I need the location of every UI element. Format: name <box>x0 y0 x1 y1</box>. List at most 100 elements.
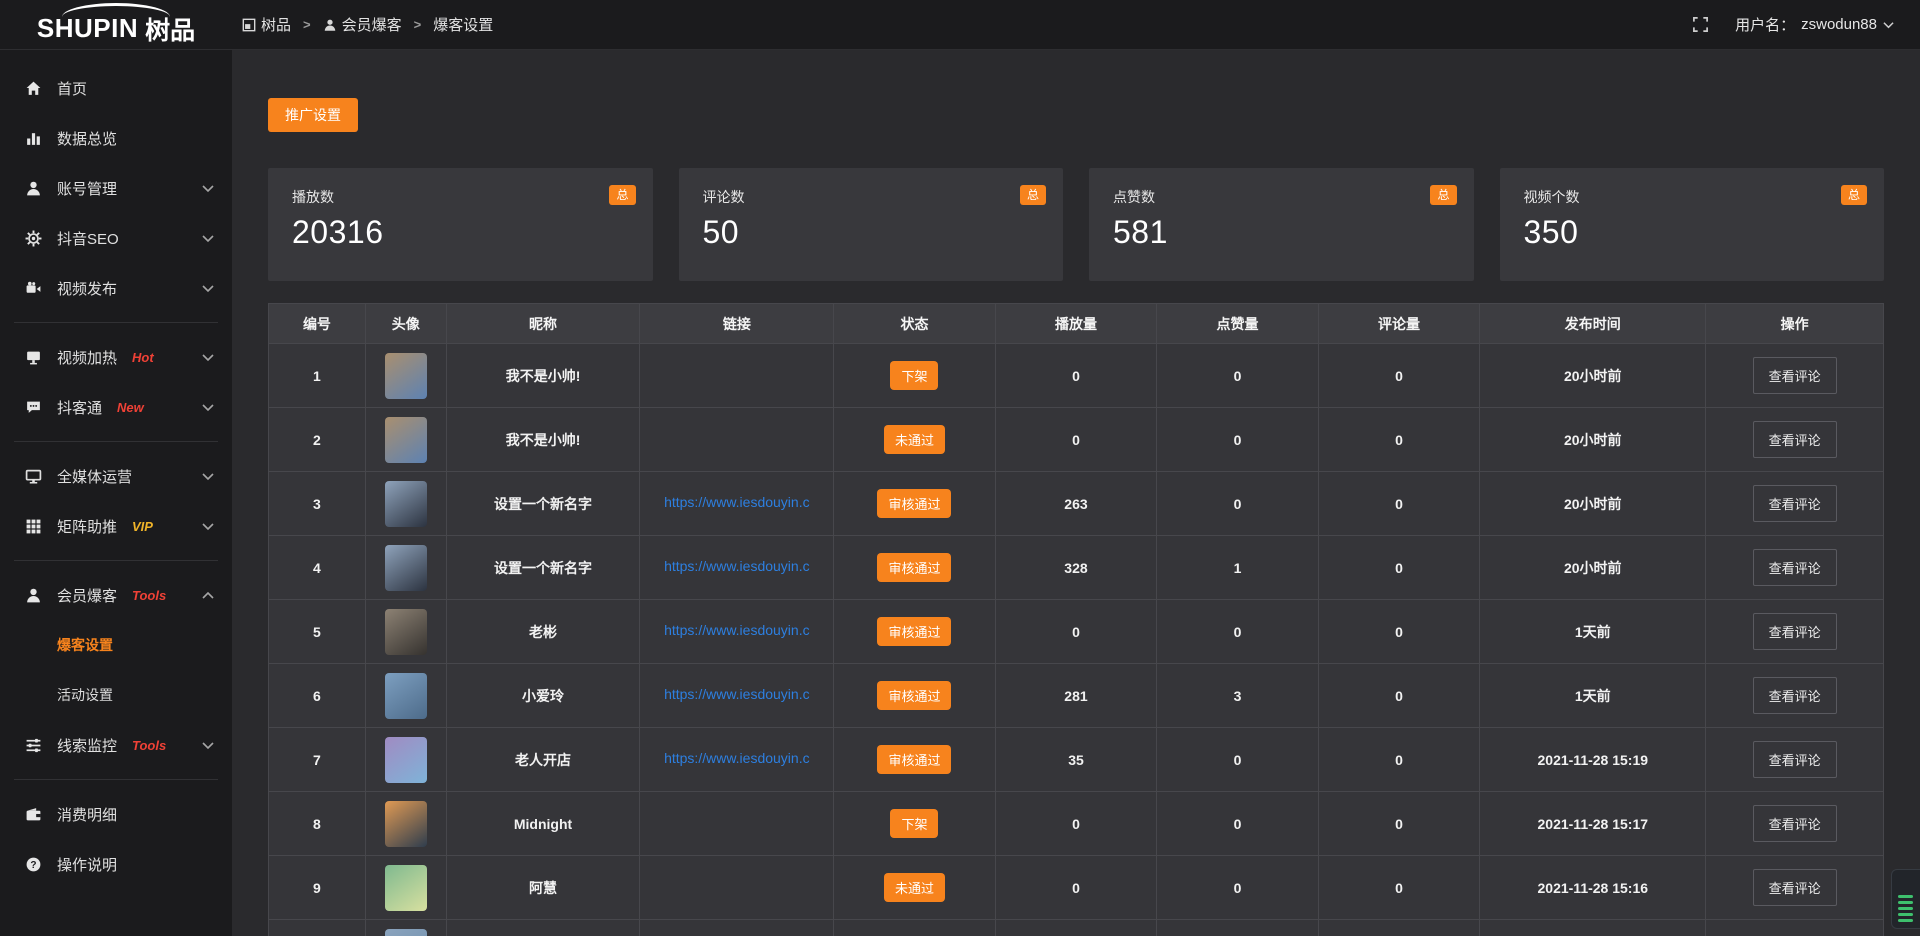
cell-nickname: Midnight <box>446 792 640 856</box>
sidebar-item-douyin-seo[interactable]: 抖音SEO <box>0 213 232 263</box>
cell-actions: 查看评论 <box>1706 792 1884 856</box>
status-badge: 审核通过 <box>877 553 951 582</box>
logo[interactable]: SHUPIN 树品 <box>0 0 232 50</box>
stat-total-badge: 总 <box>609 185 635 205</box>
sidebar-item-badge: Tools <box>132 588 166 603</box>
cell-avatar <box>365 728 446 792</box>
cell-status: 审核通过 <box>834 600 996 664</box>
cell-likes <box>1157 920 1319 936</box>
view-comments-button[interactable]: 查看评论 <box>1753 549 1837 586</box>
sidebar-item-account-management[interactable]: 账号管理 <box>0 163 232 213</box>
cell-actions: 查看评论 <box>1706 728 1884 792</box>
status-badge: 未通过 <box>884 873 945 902</box>
user-menu[interactable]: 用户名：zswodun88 <box>1735 14 1894 35</box>
cell-publish-time: 1天前 <box>1480 600 1706 664</box>
breadcrumb: 树品 > 会员爆客 > 爆客设置 <box>232 14 493 35</box>
column-header: 状态 <box>834 304 996 344</box>
view-comments-button[interactable]: 查看评论 <box>1753 357 1837 394</box>
cell-id: 7 <box>269 728 366 792</box>
sidebar-item-label: 视频发布 <box>57 278 117 299</box>
cell-avatar <box>365 792 446 856</box>
sidebar-item-label: 消费明细 <box>57 804 117 825</box>
cell-plays <box>995 920 1157 936</box>
avatar <box>385 609 427 655</box>
promo-settings-button[interactable]: 推广设置 <box>268 98 358 132</box>
video-link[interactable]: https://www.iesdouyin.c <box>664 750 810 766</box>
cell-nickname: 我不是小帅! <box>446 344 640 408</box>
status-badge: 下架 <box>890 809 938 838</box>
cell-likes: 0 <box>1157 792 1319 856</box>
cell-nickname: 老人开店 <box>446 728 640 792</box>
sidebar-item-video-publish[interactable]: 视频发布 <box>0 263 232 313</box>
sidebar-item-badge: New <box>117 400 144 415</box>
column-header: 头像 <box>365 304 446 344</box>
avatar <box>385 417 427 463</box>
breadcrumb-label: 会员爆客 <box>342 14 402 35</box>
cell-id <box>269 920 366 936</box>
cell-comments: 0 <box>1318 664 1480 728</box>
view-comments-button[interactable]: 查看评论 <box>1753 805 1837 842</box>
cell-publish-time: 1天前 <box>1480 664 1706 728</box>
cell-plays: 0 <box>995 408 1157 472</box>
sidebar-subitem-baoke-settings[interactable]: 爆客设置 <box>0 620 232 670</box>
cell-actions: 查看评论 <box>1706 408 1884 472</box>
contact-widget[interactable] <box>1891 869 1920 929</box>
status-badge: 未通过 <box>884 425 945 454</box>
stat-card: 评论数50总 <box>679 168 1064 281</box>
sidebar-item-matrix-boost[interactable]: 矩阵助推VIP <box>0 501 232 551</box>
sidebar-item-operation-guide[interactable]: ?操作说明 <box>0 839 232 889</box>
cell-actions: 查看评论 <box>1706 472 1884 536</box>
view-comments-button[interactable]: 查看评论 <box>1753 485 1837 522</box>
widget-bar <box>1898 895 1913 898</box>
sidebar-item-all-media-operation[interactable]: 全媒体运营 <box>0 451 232 501</box>
sidebar-item-data-overview[interactable]: 数据总览 <box>0 113 232 163</box>
user-icon <box>323 18 337 32</box>
view-comments-button[interactable]: 查看评论 <box>1753 421 1837 458</box>
breadcrumb-item-home[interactable]: 树品 <box>242 14 291 35</box>
cell-id: 4 <box>269 536 366 600</box>
cell-nickname: 老彬 <box>446 600 640 664</box>
view-comments-button[interactable]: 查看评论 <box>1753 613 1837 650</box>
main-content: 推广设置 播放数20316总评论数50总点赞数581总视频个数350总 编号头像… <box>232 50 1920 936</box>
username: zswodun88 <box>1801 16 1877 33</box>
gear-icon <box>24 230 42 247</box>
cell-link <box>640 408 834 472</box>
sidebar-item-consumption-detail[interactable]: 消费明细 <box>0 789 232 839</box>
sidebar-item-douketong[interactable]: 抖客通New <box>0 382 232 432</box>
cell-publish-time: 20小时前 <box>1480 472 1706 536</box>
cell-id: 2 <box>269 408 366 472</box>
stat-label: 评论数 <box>703 187 1040 207</box>
sidebar-item-home[interactable]: 首页 <box>0 63 232 113</box>
view-comments-button[interactable]: 查看评论 <box>1753 677 1837 714</box>
sidebar-item-video-heating[interactable]: 视频加热Hot <box>0 332 232 382</box>
table-row: 4设置一个新名字https://www.iesdouyin.c审核通过32810… <box>269 536 1884 600</box>
view-comments-button[interactable]: 查看评论 <box>1753 741 1837 778</box>
sidebar-item-member-baoke[interactable]: 会员爆客Tools <box>0 570 232 620</box>
cell-likes: 0 <box>1157 408 1319 472</box>
video-link[interactable]: https://www.iesdouyin.c <box>664 622 810 638</box>
cell-id: 3 <box>269 472 366 536</box>
cell-nickname: 阿慧 <box>446 856 640 920</box>
cell-comments: 0 <box>1318 792 1480 856</box>
cell-plays: 35 <box>995 728 1157 792</box>
video-link[interactable]: https://www.iesdouyin.c <box>664 558 810 574</box>
cell-comments: 0 <box>1318 856 1480 920</box>
sidebar-item-clue-monitor[interactable]: 线索监控Tools <box>0 720 232 770</box>
breadcrumb-item-member-baoke[interactable]: 会员爆客 <box>323 14 402 35</box>
fullscreen-icon[interactable] <box>1692 16 1709 33</box>
video-link[interactable]: https://www.iesdouyin.c <box>664 494 810 510</box>
cell-actions: 查看评论 <box>1706 344 1884 408</box>
cell-avatar <box>365 472 446 536</box>
cell-id: 8 <box>269 792 366 856</box>
chevron-down-icon <box>1883 16 1894 33</box>
cell-actions <box>1706 920 1884 936</box>
cell-link: https://www.iesdouyin.c <box>640 664 834 728</box>
view-comments-button[interactable]: 查看评论 <box>1753 869 1837 906</box>
sidebar-subitem-activity-settings[interactable]: 活动设置 <box>0 670 232 720</box>
video-link[interactable]: https://www.iesdouyin.c <box>664 686 810 702</box>
cell-publish-time: 2021-11-28 15:19 <box>1480 728 1706 792</box>
cell-status: 审核通过 <box>834 472 996 536</box>
chevron-down-icon <box>202 353 214 362</box>
sidebar-item-badge: Hot <box>132 350 154 365</box>
chevron-down-icon <box>202 284 214 293</box>
